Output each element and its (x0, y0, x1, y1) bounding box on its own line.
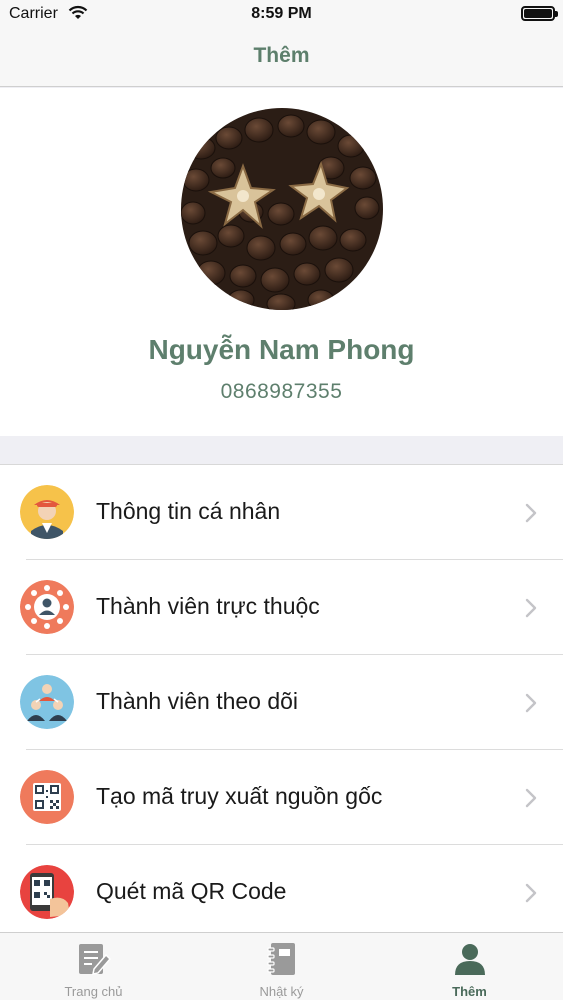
battery-icon (521, 6, 558, 21)
menu-item-scan-qr-code[interactable]: Quét mã QR Code (0, 845, 563, 940)
qr-scan-phone-icon (20, 865, 74, 919)
chevron-right-icon (525, 693, 537, 718)
menu-item-label: Quét mã QR Code (96, 878, 287, 904)
farmer-avatar-icon (20, 485, 74, 539)
document-edit-icon (76, 941, 112, 977)
status-bar: Carrier 8:59 PM (0, 0, 563, 28)
profile-name: Nguyễn Nam Phong (148, 334, 415, 365)
menu-item-affiliated-members[interactable]: Thành viên trực thuộc (0, 560, 563, 655)
avatar[interactable] (181, 108, 383, 310)
menu-item-label: Tạo mã truy xuất nguồn gốc (96, 783, 383, 809)
menu-item-label: Thông tin cá nhân (96, 498, 281, 524)
tab-label: Thêm (452, 984, 487, 999)
tab-label: Trang chủ (64, 984, 123, 999)
qr-code-icon (20, 770, 74, 824)
notebook-icon (264, 941, 300, 977)
tab-home[interactable]: Trang chủ (0, 933, 187, 1000)
tab-label: Nhật ký (259, 984, 304, 999)
followers-icon (20, 675, 74, 729)
tab-bar: Trang chủ Nhật ký Thêm (0, 932, 563, 1000)
menu-list: Thông tin cá nhân Thành viên trực thuộc (0, 464, 563, 940)
chevron-right-icon (525, 883, 537, 908)
navigation-bar: Thêm (0, 28, 563, 87)
profile-phone: 0868987355 (220, 380, 343, 403)
menu-item-label: Thành viên trực thuộc (96, 593, 320, 619)
menu-item-followed-members[interactable]: Thành viên theo dõi (0, 655, 563, 750)
menu-item-personal-info[interactable]: Thông tin cá nhân (0, 465, 563, 560)
member-group-icon (20, 580, 74, 634)
chevron-right-icon (525, 788, 537, 813)
chevron-right-icon (525, 598, 537, 623)
status-time: 8:59 PM (251, 5, 312, 22)
menu-item-label: Thành viên theo dõi (96, 688, 299, 714)
page-title: Thêm (253, 44, 310, 67)
chevron-right-icon (525, 503, 537, 528)
person-icon (452, 941, 488, 977)
profile-header: Nguyễn Nam Phong 0868987355 (0, 88, 563, 436)
menu-item-create-traceability-code[interactable]: Tạo mã truy xuất nguồn gốc (0, 750, 563, 845)
tab-journal[interactable]: Nhật ký (188, 933, 375, 1000)
tab-more[interactable]: Thêm (376, 933, 563, 1000)
